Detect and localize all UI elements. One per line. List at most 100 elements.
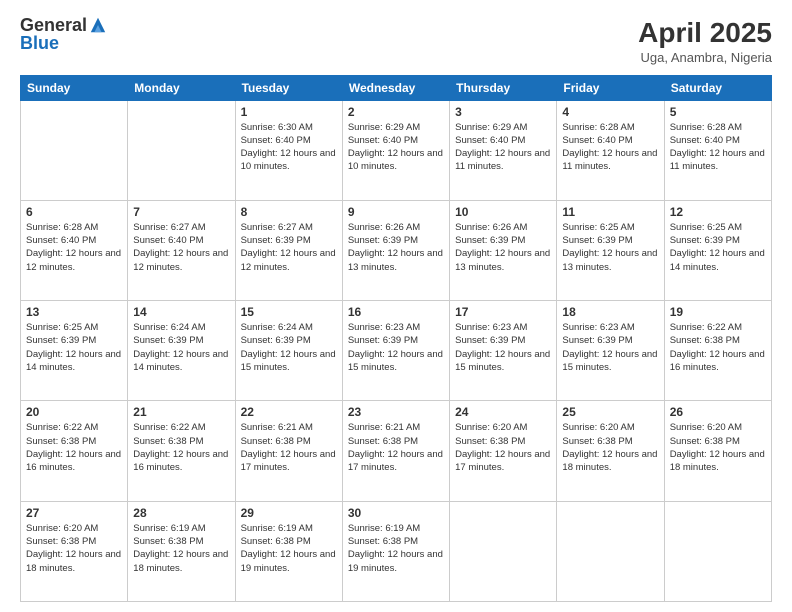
day-number: 19 [670, 305, 766, 319]
calendar-day-cell: 6 Sunrise: 6:28 AM Sunset: 6:40 PM Daylig… [21, 200, 128, 300]
calendar-day-cell: 10 Sunrise: 6:26 AM Sunset: 6:39 PM Dayli… [450, 200, 557, 300]
day-number: 13 [26, 305, 122, 319]
day-number: 29 [241, 506, 337, 520]
day-number: 4 [562, 105, 658, 119]
day-number: 14 [133, 305, 229, 319]
calendar-day-cell: 8 Sunrise: 6:27 AM Sunset: 6:39 PM Daylig… [235, 200, 342, 300]
day-number: 21 [133, 405, 229, 419]
day-info: Sunrise: 6:22 AM Sunset: 6:38 PM Dayligh… [26, 421, 122, 474]
logo-general: General [20, 16, 87, 34]
day-number: 10 [455, 205, 551, 219]
day-info: Sunrise: 6:22 AM Sunset: 6:38 PM Dayligh… [670, 321, 766, 374]
calendar-week-row: 13 Sunrise: 6:25 AM Sunset: 6:39 PM Dayli… [21, 301, 772, 401]
calendar-day-cell: 2 Sunrise: 6:29 AM Sunset: 6:40 PM Daylig… [342, 100, 449, 200]
calendar-day-cell: 21 Sunrise: 6:22 AM Sunset: 6:38 PM Dayli… [128, 401, 235, 501]
calendar-day-cell: 7 Sunrise: 6:27 AM Sunset: 6:40 PM Daylig… [128, 200, 235, 300]
day-number: 27 [26, 506, 122, 520]
day-number: 6 [26, 205, 122, 219]
day-number: 7 [133, 205, 229, 219]
day-number: 25 [562, 405, 658, 419]
calendar-day-cell: 9 Sunrise: 6:26 AM Sunset: 6:39 PM Daylig… [342, 200, 449, 300]
calendar-col-header: Tuesday [235, 75, 342, 100]
calendar-day-cell [664, 501, 771, 601]
calendar-day-cell: 14 Sunrise: 6:24 AM Sunset: 6:39 PM Dayli… [128, 301, 235, 401]
day-info: Sunrise: 6:22 AM Sunset: 6:38 PM Dayligh… [133, 421, 229, 474]
calendar-header-row: SundayMondayTuesdayWednesdayThursdayFrid… [21, 75, 772, 100]
logo-icon [89, 16, 107, 34]
calendar-day-cell: 15Sunrise: 6:24 AM Sunset: 6:39 PM Dayli… [235, 301, 342, 401]
title-block: April 2025 Uga, Anambra, Nigeria [638, 16, 772, 65]
title-main: April 2025 [638, 16, 772, 50]
calendar-day-cell: 13 Sunrise: 6:25 AM Sunset: 6:39 PM Dayli… [21, 301, 128, 401]
day-number: 3 [455, 105, 551, 119]
calendar-day-cell: 18 Sunrise: 6:23 AM Sunset: 6:39 PM Dayli… [557, 301, 664, 401]
day-info: Sunrise: 6:21 AM Sunset: 6:38 PM Dayligh… [348, 421, 444, 474]
day-info: Sunrise: 6:30 AM Sunset: 6:40 PM Dayligh… [241, 121, 337, 174]
calendar-col-header: Saturday [664, 75, 771, 100]
calendar-day-cell: 3 Sunrise: 6:29 AM Sunset: 6:40 PM Daylig… [450, 100, 557, 200]
day-number: 22 [241, 405, 337, 419]
calendar-day-cell: 20 Sunrise: 6:22 AM Sunset: 6:38 PM Dayli… [21, 401, 128, 501]
calendar-day-cell: 11Sunrise: 6:25 AM Sunset: 6:39 PM Dayli… [557, 200, 664, 300]
calendar-day-cell: 29 Sunrise: 6:19 AM Sunset: 6:38 PM Dayli… [235, 501, 342, 601]
calendar-day-cell [450, 501, 557, 601]
calendar-day-cell: 22Sunrise: 6:21 AM Sunset: 6:38 PM Dayli… [235, 401, 342, 501]
day-info: Sunrise: 6:19 AM Sunset: 6:38 PM Dayligh… [133, 522, 229, 575]
calendar-week-row: 27Sunrise: 6:20 AM Sunset: 6:38 PM Dayli… [21, 501, 772, 601]
day-info: Sunrise: 6:25 AM Sunset: 6:39 PM Dayligh… [670, 221, 766, 274]
day-info: Sunrise: 6:24 AM Sunset: 6:39 PM Dayligh… [133, 321, 229, 374]
day-info: Sunrise: 6:29 AM Sunset: 6:40 PM Dayligh… [455, 121, 551, 174]
calendar-day-cell: 23 Sunrise: 6:21 AM Sunset: 6:38 PM Dayli… [342, 401, 449, 501]
calendar-day-cell [128, 100, 235, 200]
logo-blue: Blue [20, 34, 59, 52]
calendar-week-row: 6 Sunrise: 6:28 AM Sunset: 6:40 PM Daylig… [21, 200, 772, 300]
logo: General Blue [20, 16, 107, 52]
calendar-day-cell: 24Sunrise: 6:20 AM Sunset: 6:38 PM Dayli… [450, 401, 557, 501]
day-number: 2 [348, 105, 444, 119]
day-info: Sunrise: 6:19 AM Sunset: 6:38 PM Dayligh… [348, 522, 444, 575]
day-number: 18 [562, 305, 658, 319]
page: General Blue April 2025 Uga, Anambra, Ni… [0, 0, 792, 612]
calendar-week-row: 1 Sunrise: 6:30 AM Sunset: 6:40 PM Daylig… [21, 100, 772, 200]
day-number: 16 [348, 305, 444, 319]
day-number: 26 [670, 405, 766, 419]
title-sub: Uga, Anambra, Nigeria [638, 50, 772, 65]
day-info: Sunrise: 6:28 AM Sunset: 6:40 PM Dayligh… [26, 221, 122, 274]
day-number: 12 [670, 205, 766, 219]
day-info: Sunrise: 6:23 AM Sunset: 6:39 PM Dayligh… [455, 321, 551, 374]
day-info: Sunrise: 6:23 AM Sunset: 6:39 PM Dayligh… [562, 321, 658, 374]
day-info: Sunrise: 6:26 AM Sunset: 6:39 PM Dayligh… [348, 221, 444, 274]
calendar-col-header: Wednesday [342, 75, 449, 100]
calendar-col-header: Thursday [450, 75, 557, 100]
day-info: Sunrise: 6:26 AM Sunset: 6:39 PM Dayligh… [455, 221, 551, 274]
calendar-day-cell: 5Sunrise: 6:28 AM Sunset: 6:40 PM Daylig… [664, 100, 771, 200]
day-info: Sunrise: 6:20 AM Sunset: 6:38 PM Dayligh… [562, 421, 658, 474]
day-info: Sunrise: 6:27 AM Sunset: 6:39 PM Dayligh… [241, 221, 337, 274]
day-number: 23 [348, 405, 444, 419]
calendar-day-cell: 26 Sunrise: 6:20 AM Sunset: 6:38 PM Dayli… [664, 401, 771, 501]
day-info: Sunrise: 6:29 AM Sunset: 6:40 PM Dayligh… [348, 121, 444, 174]
day-info: Sunrise: 6:24 AM Sunset: 6:39 PM Dayligh… [241, 321, 337, 374]
day-number: 30 [348, 506, 444, 520]
day-number: 9 [348, 205, 444, 219]
calendar-day-cell: 27Sunrise: 6:20 AM Sunset: 6:38 PM Dayli… [21, 501, 128, 601]
day-info: Sunrise: 6:19 AM Sunset: 6:38 PM Dayligh… [241, 522, 337, 575]
day-info: Sunrise: 6:20 AM Sunset: 6:38 PM Dayligh… [670, 421, 766, 474]
header: General Blue April 2025 Uga, Anambra, Ni… [20, 16, 772, 65]
day-info: Sunrise: 6:25 AM Sunset: 6:39 PM Dayligh… [562, 221, 658, 274]
day-number: 17 [455, 305, 551, 319]
day-number: 28 [133, 506, 229, 520]
day-number: 5 [670, 105, 766, 119]
day-info: Sunrise: 6:27 AM Sunset: 6:40 PM Dayligh… [133, 221, 229, 274]
calendar-day-cell: 25 Sunrise: 6:20 AM Sunset: 6:38 PM Dayli… [557, 401, 664, 501]
calendar-day-cell: 12 Sunrise: 6:25 AM Sunset: 6:39 PM Dayli… [664, 200, 771, 300]
day-number: 24 [455, 405, 551, 419]
day-info: Sunrise: 6:25 AM Sunset: 6:39 PM Dayligh… [26, 321, 122, 374]
calendar-col-header: Sunday [21, 75, 128, 100]
calendar-day-cell: 16 Sunrise: 6:23 AM Sunset: 6:39 PM Dayli… [342, 301, 449, 401]
day-number: 20 [26, 405, 122, 419]
day-info: Sunrise: 6:23 AM Sunset: 6:39 PM Dayligh… [348, 321, 444, 374]
calendar-week-row: 20 Sunrise: 6:22 AM Sunset: 6:38 PM Dayli… [21, 401, 772, 501]
day-number: 8 [241, 205, 337, 219]
day-number: 1 [241, 105, 337, 119]
